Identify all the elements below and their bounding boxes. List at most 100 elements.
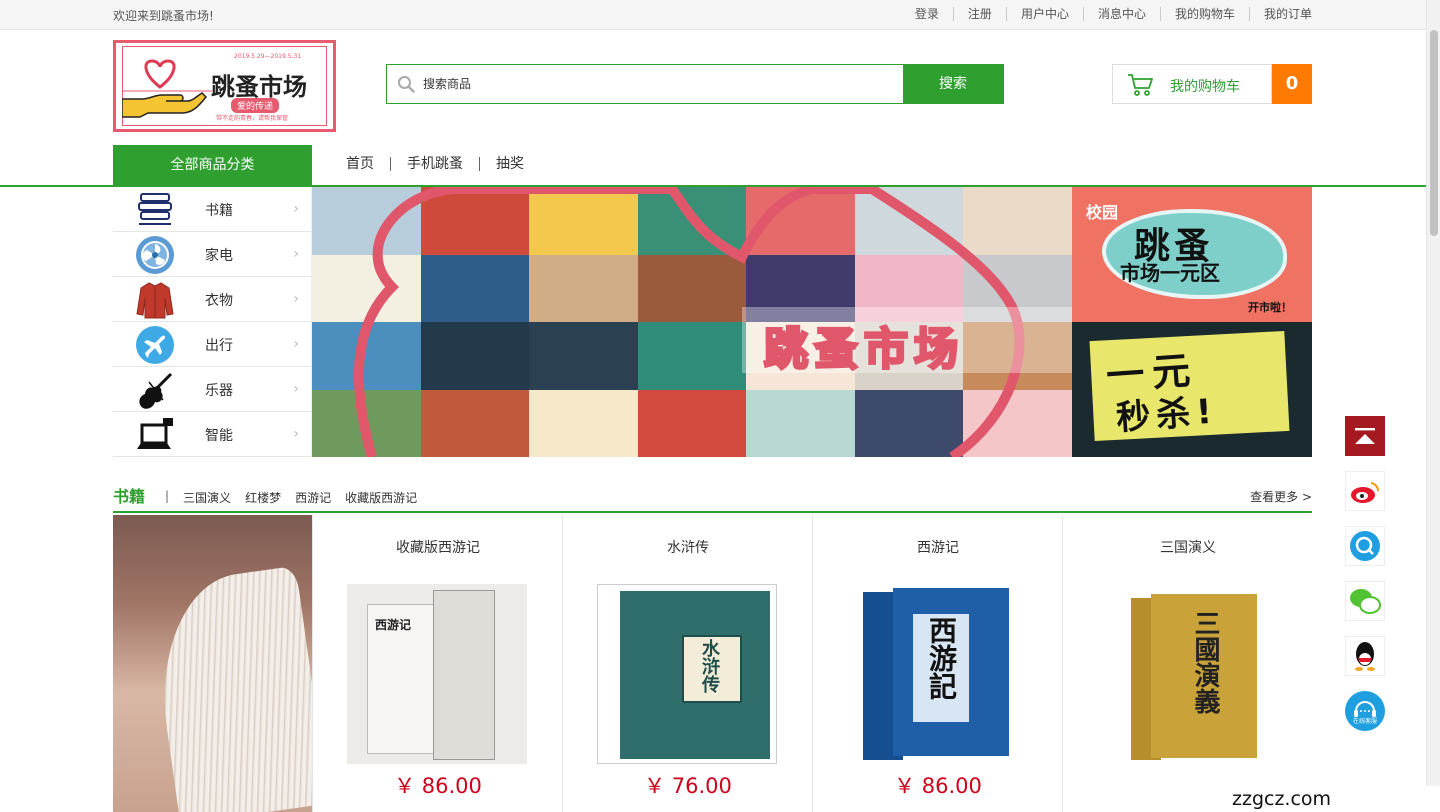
cover-title: 三國演義 [1190, 610, 1220, 714]
my-orders-link[interactable]: 我的订单 [1248, 7, 1312, 21]
product-name[interactable]: 收藏版西游记 [313, 537, 563, 557]
qq-icon [1345, 636, 1385, 676]
login-link[interactable]: 登录 [901, 7, 953, 21]
search-button[interactable]: 搜索 [903, 65, 1003, 103]
category-item-instruments[interactable]: 乐器 › [113, 367, 311, 412]
chevron-right-icon: › [293, 201, 299, 217]
my-cart-link[interactable]: 我的购物车 [1159, 7, 1249, 21]
weibo-icon [1345, 471, 1385, 511]
side-banner-1-tag: 校园 [1086, 203, 1119, 222]
side-banner-flash-sale[interactable]: 一元 秒杀! [1072, 322, 1312, 457]
back-to-top-icon [1355, 428, 1375, 444]
nav-lottery[interactable]: 抽奖 [479, 157, 540, 171]
product-image[interactable]: 三國演義 [1097, 584, 1277, 764]
watermark: zzgcz.com [1218, 786, 1440, 812]
product-card[interactable]: 水浒传 水浒传 ￥ 76.00 [562, 515, 812, 812]
register-link[interactable]: 注册 [952, 7, 1006, 21]
category-item-appliances[interactable]: 家电 › [113, 232, 311, 277]
side-banner-2-subtitle: 秒杀! [1114, 391, 1220, 439]
section-title: 书籍 [113, 487, 146, 506]
category-list: 书籍 › 家电 › 衣物 › 出行 › 乐器 › 智能 › [113, 187, 312, 457]
logo-stack-icon [138, 193, 172, 225]
qq-share-button[interactable] [1345, 636, 1385, 676]
airplane-icon [136, 326, 174, 364]
product-price: ￥ 86.00 [394, 774, 482, 798]
tag-link[interactable]: 西游记 [295, 489, 331, 506]
tag-separator: | [165, 489, 170, 503]
nav-links: 首页 手机跳蚤 抽奖 [346, 157, 540, 171]
logo-tagline: 带不走的青春，请帮我保管 [216, 115, 289, 122]
search-box: 搜索 [386, 64, 1004, 104]
qzone-share-button[interactable] [1345, 526, 1385, 566]
online-service-label: 在线客服 [1352, 718, 1377, 725]
laptop-icon [137, 418, 173, 449]
cover-title: 西游記 [925, 616, 958, 700]
category-label: 出行 [205, 338, 233, 354]
tag-link[interactable]: 三国演义 [183, 489, 231, 506]
logo-title: 跳蚤市场 [211, 73, 307, 101]
message-center-link[interactable]: 消息中心 [1082, 7, 1160, 21]
page-scrollbar[interactable] [1426, 0, 1440, 812]
violin-icon [139, 372, 173, 409]
site-logo[interactable]: 跳蚤市场 爱的传递 带不走的青春，请帮我保管 2019.5.29—2019.5.… [113, 40, 336, 132]
product-name[interactable]: 西游记 [813, 537, 1063, 557]
cart-button[interactable]: 我的购物车 [1112, 64, 1272, 104]
logo-dates: 2019.5.29—2019.5.31 [234, 53, 302, 60]
cart-label: 我的购物车 [1170, 79, 1240, 95]
product-card[interactable]: 收藏版西游记 西游记 ￥ 86.00 [312, 515, 562, 812]
heart-hand-icon [122, 59, 212, 118]
chevron-right-icon: › [293, 336, 299, 352]
category-item-books[interactable]: 书籍 › [113, 187, 311, 232]
welcome-text: 欢迎来到跳蚤市场! [113, 9, 214, 23]
product-name[interactable]: 三国演义 [1063, 537, 1313, 557]
user-center-link[interactable]: 用户中心 [1005, 7, 1083, 21]
nav-home[interactable]: 首页 [346, 157, 390, 171]
category-label: 智能 [205, 428, 233, 444]
product-card[interactable]: 西游记 西游記 ￥ 86.00 [812, 515, 1062, 812]
qzone-icon [1345, 526, 1385, 566]
view-more-link[interactable]: 查看更多 > [1250, 488, 1312, 505]
chevron-right-icon: › [293, 381, 299, 397]
product-card[interactable]: 三国演义 三國演義 [1062, 515, 1312, 812]
cart-count-badge[interactable]: 0 [1272, 64, 1312, 104]
tag-link[interactable]: 红楼梦 [245, 489, 281, 506]
product-image[interactable]: 西游記 [847, 584, 1027, 764]
chevron-right-icon: › [293, 246, 299, 262]
category-item-clothes[interactable]: 衣物 › [113, 277, 311, 322]
section-tags: | 三国演义 红楼梦 西游记 收藏版西游记 [165, 489, 431, 506]
scrollbar-thumb[interactable] [1430, 30, 1438, 236]
category-label: 家电 [205, 248, 233, 264]
category-item-travel[interactable]: 出行 › [113, 322, 311, 367]
wechat-share-button[interactable] [1345, 581, 1385, 621]
chevron-right-icon: › [293, 426, 299, 442]
books-section-header: 书籍 | 三国演义 红楼梦 西游记 收藏版西游记 查看更多 > [113, 483, 1312, 513]
cart-icon [1128, 74, 1153, 96]
fan-icon [136, 236, 174, 274]
top-links: 登录 注册 用户中心 消息中心 我的购物车 我的订单 [901, 7, 1312, 21]
weibo-share-button[interactable] [1345, 471, 1385, 511]
open-book-pages [147, 565, 312, 812]
product-name[interactable]: 水浒传 [563, 537, 813, 557]
jacket-icon [136, 282, 174, 319]
search-input[interactable] [387, 65, 905, 103]
chevron-right-icon: › [293, 291, 299, 307]
back-to-top-button[interactable] [1345, 416, 1385, 456]
wechat-icon [1345, 581, 1385, 621]
product-price: ￥ 86.00 [894, 774, 982, 798]
product-image[interactable]: 西游记 [347, 584, 527, 764]
online-service-button[interactable]: 在线客服 [1345, 691, 1385, 731]
nav-phone-market[interactable]: 手机跳蚤 [390, 157, 479, 171]
online-service-icon [1354, 701, 1376, 717]
all-categories-button[interactable]: 全部商品分类 [113, 145, 312, 185]
banner-title: 跳蚤市场 [763, 323, 964, 377]
category-item-smart[interactable]: 智能 › [113, 412, 311, 457]
top-bar: 欢迎来到跳蚤市场! 登录 注册 用户中心 消息中心 我的购物车 我的订单 [0, 0, 1426, 30]
section-cover-image[interactable] [113, 515, 312, 812]
main-banner[interactable]: 跳蚤市场 [312, 187, 1072, 457]
main-nav: 全部商品分类 首页 手机跳蚤 抽奖 [0, 145, 1426, 187]
cover-title: 水浒传 [699, 639, 720, 693]
product-image[interactable]: 水浒传 [597, 584, 777, 764]
category-label: 衣物 [205, 293, 233, 309]
side-banner-one-yuan-zone[interactable]: 校园 跳蚤 市场一元区 开市啦！ [1072, 187, 1312, 322]
tag-link[interactable]: 收藏版西游记 [345, 489, 417, 506]
